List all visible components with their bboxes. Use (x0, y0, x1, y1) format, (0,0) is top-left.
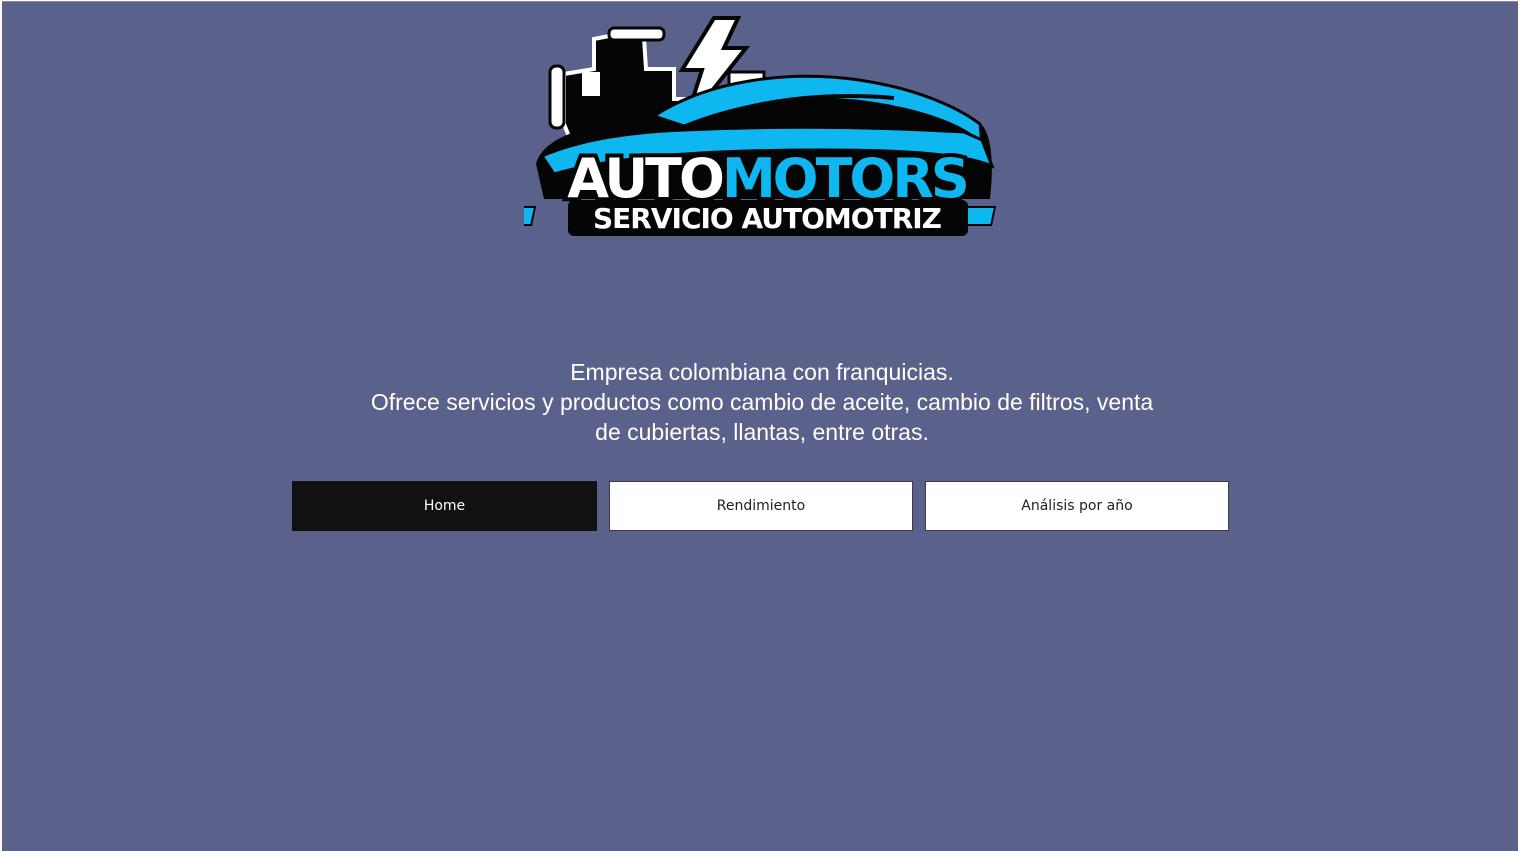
nav-button-analisis-por-anio[interactable]: Análisis por año (925, 481, 1229, 531)
nav-button-home[interactable]: Home (292, 481, 597, 531)
nav-button-rendimiento-label: Rendimiento (716, 498, 806, 514)
automotors-logo: AUTOMOTORS SERVICIO AUTOMOTRIZ (524, 16, 997, 236)
report-page: AUTOMOTORS SERVICIO AUTOMOTRIZ Empresa c… (2, 1, 1518, 851)
nav-button-rendimiento[interactable]: Rendimiento (609, 481, 913, 531)
nav-button-home-label: Home (423, 498, 466, 514)
description-line-2: Ofrece servicios y productos como cambio… (370, 389, 1154, 415)
nav-button-analisis-label: Análisis por año (1021, 498, 1133, 514)
company-description: Empresa colombiana con franquicias. Ofre… (312, 357, 1212, 447)
description-line-3: de cubiertas, llantas, entre otras. (595, 419, 929, 445)
logo-tagline: SERVICIO AUTOMOTRIZ (593, 202, 942, 235)
description-line-1: Empresa colombiana con franquicias. (570, 359, 954, 385)
logo-brand-text: AUTOMOTORS (567, 147, 967, 210)
